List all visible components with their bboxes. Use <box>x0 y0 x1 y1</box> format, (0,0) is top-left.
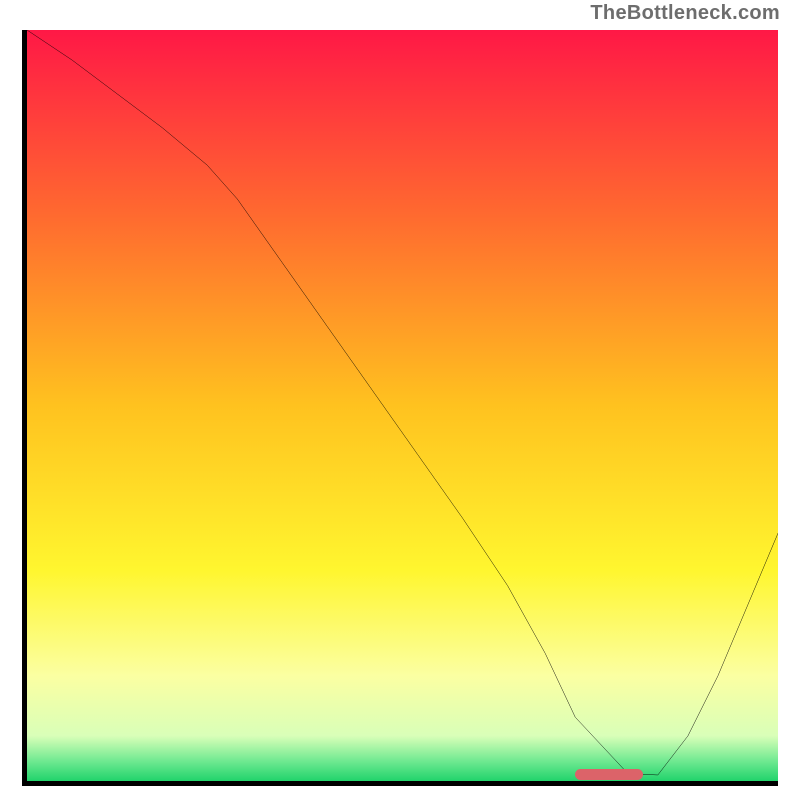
chart-container: TheBottleneck.com <box>0 0 800 800</box>
plot-area <box>22 30 778 786</box>
attribution-text: TheBottleneck.com <box>590 2 780 25</box>
bottleneck-curve <box>27 30 778 781</box>
optimal-marker <box>575 769 643 780</box>
